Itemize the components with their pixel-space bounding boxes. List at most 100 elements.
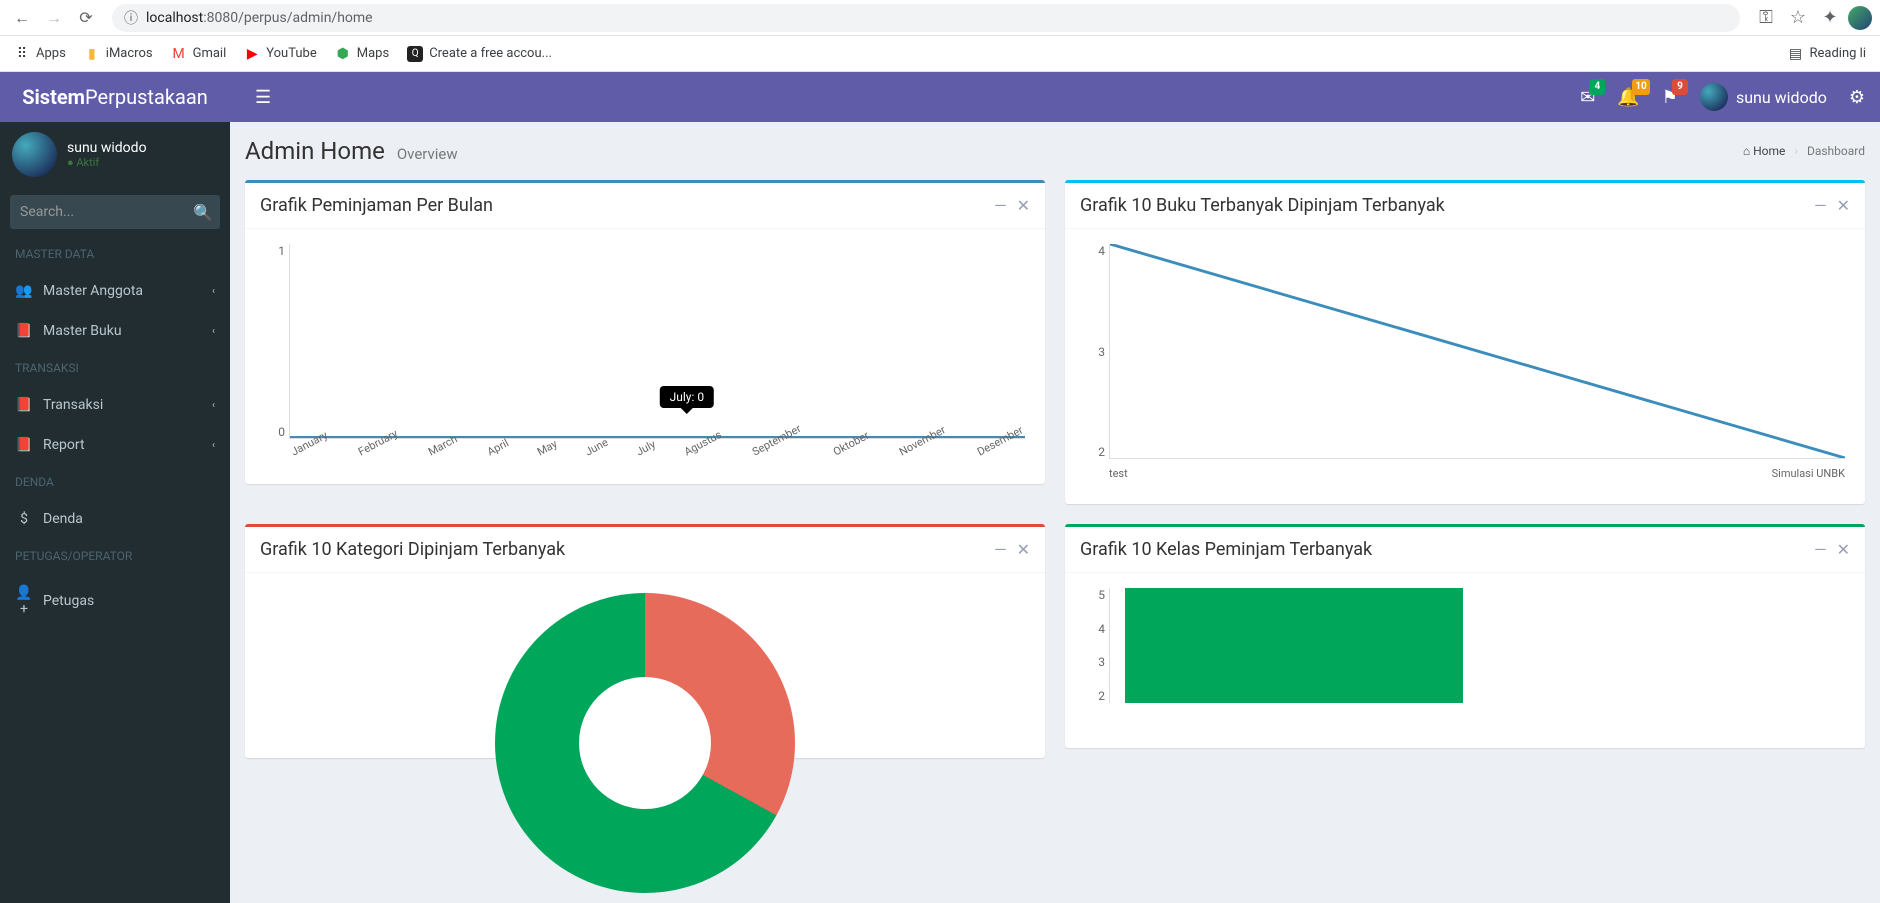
search-button[interactable]: 🔍	[186, 195, 220, 229]
avatar	[1700, 83, 1728, 111]
user-menu[interactable]: sunu widodo	[1700, 83, 1827, 111]
sidebar-item-master-buku[interactable]: 📕Master Buku ‹	[0, 311, 230, 351]
chart-tooltip: July: 0	[660, 386, 714, 408]
close-icon: ✕	[1837, 196, 1850, 215]
chevron-left-icon: ‹	[212, 400, 215, 411]
xtick: April	[485, 436, 515, 466]
sidebar-toggle-button[interactable]: ☰	[245, 82, 281, 113]
youtube-icon: ▶	[244, 46, 260, 62]
box-kelas-terbanyak: Grafik 10 Kelas Peminjam Terbanyak — ✕ 5…	[1065, 524, 1865, 748]
box-peminjaman-bulan: Grafik Peminjaman Per Bulan — ✕ 1 0	[245, 180, 1045, 484]
ytick: 1	[278, 244, 285, 258]
minus-icon: —	[994, 540, 1007, 559]
bookmark-create-account[interactable]: QCreate a free accou...	[401, 42, 558, 66]
apps-grid-icon: ⠿	[14, 46, 30, 62]
reload-button[interactable]: ⟳	[72, 4, 100, 32]
sidebar-item-petugas[interactable]: 👤+Petugas	[0, 573, 230, 629]
ytick: 2	[1098, 445, 1105, 459]
site-info-icon[interactable]: ⓘ	[124, 8, 138, 28]
close-button[interactable]: ✕	[1017, 540, 1030, 559]
site-icon: Q	[407, 46, 423, 62]
sidebar-search: 🔍	[10, 195, 220, 229]
chart-monthly: 1 0 July: 0 JanuaryFebruaryMarchAprilMay…	[257, 239, 1033, 469]
extensions-icon[interactable]: ✦	[1816, 4, 1844, 32]
chart-line	[1110, 244, 1845, 458]
messages-badge: 4	[1589, 79, 1605, 95]
xtick: May	[535, 437, 564, 466]
reading-list-icon: ▤	[1788, 46, 1804, 62]
breadcrumb: ⌂ Home › Dashboard	[1743, 144, 1865, 158]
close-button[interactable]: ✕	[1017, 196, 1030, 215]
search-icon: 🔍	[193, 203, 213, 222]
chart-top-classes: 5 4 3 2	[1077, 583, 1853, 733]
maps-pin-icon: ⬢	[335, 46, 351, 62]
sidebar-item-transaksi[interactable]: 📕Transaksi ‹	[0, 385, 230, 425]
collapse-button[interactable]: —	[994, 540, 1007, 559]
chevron-left-icon: ‹	[212, 326, 215, 337]
password-key-icon[interactable]: ⚿	[1752, 4, 1780, 32]
sidebar-user-name: sunu widodo	[67, 140, 147, 156]
ytick: 4	[1098, 244, 1105, 258]
sidebar-user-status: ● Aktif	[67, 156, 147, 169]
collapse-button[interactable]: —	[994, 196, 1007, 215]
flags-button[interactable]: ⚑ 9	[1662, 87, 1678, 108]
reading-list-button[interactable]: ▤Reading li	[1782, 42, 1873, 66]
ytick: 2	[1098, 689, 1105, 703]
sidebar-item-master-anggota[interactable]: 👥Master Anggota ‹	[0, 271, 230, 311]
avatar	[12, 132, 57, 177]
brand-logo[interactable]: SistemPerpustakaan	[0, 72, 230, 122]
bookmark-youtube[interactable]: ▶YouTube	[238, 42, 323, 66]
notifications-badge: 10	[1632, 79, 1649, 95]
address-bar[interactable]: ⓘ localhost:8080/perpus/admin/home	[112, 4, 1740, 32]
app-header: SistemPerpustakaan ☰ ✉ 4 🔔 10 ⚑ 9 sunu w…	[0, 72, 1880, 122]
box-title: Grafik Peminjaman Per Bulan	[260, 195, 493, 216]
sidebar-item-denda[interactable]: $Denda	[0, 499, 230, 539]
box-title: Grafik 10 Kategori Dipinjam Terbanyak	[260, 539, 565, 560]
bookmark-maps[interactable]: ⬢Maps	[329, 42, 395, 66]
bookmark-imacros[interactable]: ▮iMacros	[78, 42, 159, 66]
forward-button[interactable]: →	[40, 4, 68, 32]
sidebar-header-petugas: PETUGAS/OPERATOR	[0, 539, 230, 573]
url-text: localhost:8080/perpus/admin/home	[146, 10, 373, 26]
xtick: July	[634, 438, 662, 467]
box-title: Grafik 10 Kelas Peminjam Terbanyak	[1080, 539, 1372, 560]
sidebar-user-panel: sunu widodo ● Aktif	[0, 122, 230, 187]
bookmark-gmail[interactable]: MGmail	[165, 42, 233, 66]
gears-icon: ⚙	[1849, 87, 1865, 108]
apps-shortcut[interactable]: ⠿Apps	[8, 42, 72, 66]
box-buku-terbanyak: Grafik 10 Buku Terbanyak Dipinjam Terban…	[1065, 180, 1865, 504]
sidebar-header-transaksi: Transaksi	[0, 351, 230, 385]
book-icon: 📕	[15, 397, 33, 413]
minus-icon: —	[1814, 196, 1827, 215]
browser-toolbar: ← → ⟳ ⓘ localhost:8080/perpus/admin/home…	[0, 0, 1880, 36]
sidebar: sunu widodo ● Aktif 🔍 MASTER DATA 👥Maste…	[0, 122, 230, 903]
ytick: 5	[1098, 588, 1105, 602]
page-subtitle: Overview	[397, 145, 458, 163]
content-header: Admin Home Overview ⌂ Home › Dashboard	[245, 137, 1865, 165]
close-button[interactable]: ✕	[1837, 540, 1850, 559]
breadcrumb-active: Dashboard	[1807, 144, 1865, 158]
close-icon: ✕	[1017, 540, 1030, 559]
box-title: Grafik 10 Buku Terbanyak Dipinjam Terban…	[1080, 195, 1445, 216]
users-icon: 👥	[15, 283, 33, 299]
page-title: Admin Home Overview	[245, 137, 458, 165]
ytick: 3	[1098, 655, 1105, 669]
back-button[interactable]: ←	[8, 4, 36, 32]
chart-top-books: 4 3 2 test Simulasi UNBK	[1077, 239, 1853, 489]
messages-button[interactable]: ✉ 4	[1580, 87, 1595, 108]
close-button[interactable]: ✕	[1837, 196, 1850, 215]
bookmark-star-icon[interactable]: ☆	[1784, 4, 1812, 32]
bookmarks-bar: ⠿Apps ▮iMacros MGmail ▶YouTube ⬢Maps QCr…	[0, 36, 1880, 72]
notifications-button[interactable]: 🔔 10	[1617, 87, 1639, 108]
chevron-left-icon: ‹	[212, 440, 215, 451]
settings-button[interactable]: ⚙	[1849, 87, 1865, 108]
donut-chart	[495, 593, 795, 893]
sidebar-header-master: MASTER DATA	[0, 237, 230, 271]
profile-avatar-icon[interactable]	[1848, 6, 1872, 30]
sidebar-item-report[interactable]: 📕Report ‹	[0, 425, 230, 465]
collapse-button[interactable]: —	[1814, 540, 1827, 559]
collapse-button[interactable]: —	[1814, 196, 1827, 215]
close-icon: ✕	[1837, 540, 1850, 559]
chart-top-categories	[257, 583, 1033, 743]
breadcrumb-home[interactable]: Home	[1753, 144, 1785, 158]
